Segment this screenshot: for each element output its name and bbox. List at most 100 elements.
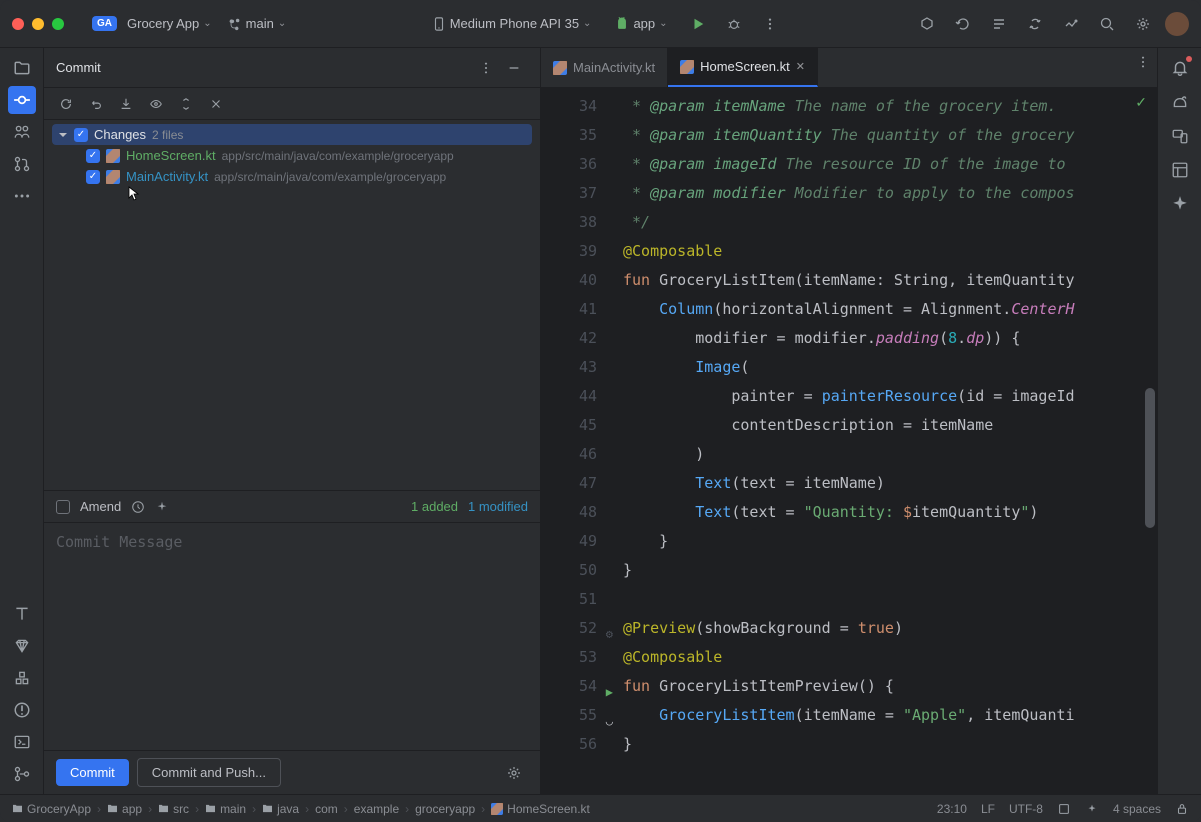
line-number[interactable]: 43 — [545, 353, 597, 382]
code-line[interactable]: @Composable — [615, 643, 1157, 672]
code-line[interactable]: GroceryListItem(itemName = "Apple", item… — [615, 701, 1157, 730]
sparkle-icon[interactable] — [155, 500, 169, 514]
pull-requests-tool-button[interactable] — [8, 150, 36, 178]
breadcrumb-item[interactable]: src — [158, 802, 189, 816]
problems-tool-button[interactable] — [8, 696, 36, 724]
code-line[interactable]: * @param imageId The resource ID of the … — [615, 150, 1157, 179]
more-tool-button[interactable] — [8, 182, 36, 210]
code-with-me-button[interactable] — [913, 10, 941, 38]
breadcrumb-item[interactable]: GroceryApp — [12, 802, 91, 816]
gutter-dot-icon[interactable]: ◡ — [606, 707, 613, 736]
commit-button[interactable]: Commit — [56, 759, 129, 786]
line-number[interactable]: 35 — [545, 121, 597, 150]
more-actions-button[interactable] — [756, 10, 784, 38]
code-line[interactable]: } — [615, 556, 1157, 585]
scrollbar-thumb[interactable] — [1145, 388, 1155, 528]
project-selector[interactable]: GA Grocery App ⌄ — [84, 12, 220, 35]
terminal-tool-button[interactable] — [8, 728, 36, 756]
code-line[interactable]: Text(text = "Quantity: $itemQuantity") — [615, 498, 1157, 527]
maximize-window-button[interactable] — [52, 18, 64, 30]
tab-options-button[interactable] — [1129, 48, 1157, 76]
breadcrumb-item[interactable]: HomeScreen.kt — [491, 802, 590, 816]
line-number[interactable]: 46 — [545, 440, 597, 469]
breadcrumb-item[interactable]: main — [205, 802, 246, 816]
device-manager-button[interactable] — [1166, 122, 1194, 150]
changes-checkbox[interactable]: ✓ — [74, 128, 88, 142]
expand-collapse-button[interactable] — [176, 94, 196, 114]
commit-options-button[interactable] — [500, 759, 528, 787]
gem-tool-button[interactable] — [8, 632, 36, 660]
amend-checkbox[interactable] — [56, 500, 70, 514]
commit-and-push-button[interactable]: Commit and Push... — [137, 758, 281, 787]
line-separator[interactable]: LF — [981, 802, 995, 816]
search-button[interactable] — [1093, 10, 1121, 38]
code-line[interactable]: fun GroceryListItem(itemName: String, it… — [615, 266, 1157, 295]
run-gutter-icon[interactable]: ▶ — [606, 678, 613, 707]
file-row[interactable]: ✓ HomeScreen.kt app/src/main/java/com/ex… — [52, 145, 532, 166]
code-line[interactable]: ) — [615, 440, 1157, 469]
code-line[interactable]: @Preview(showBackground = true) — [615, 614, 1157, 643]
breadcrumb-item[interactable]: app — [107, 802, 142, 816]
branch-selector[interactable]: main ⌄ — [220, 12, 295, 35]
line-number[interactable]: 55◡ — [545, 701, 597, 730]
inspection-ok-icon[interactable]: ✓ — [1135, 94, 1147, 111]
file-checkbox[interactable]: ✓ — [86, 170, 100, 184]
breadcrumb-item[interactable]: example — [354, 802, 399, 816]
line-number[interactable]: 37 — [545, 179, 597, 208]
line-number[interactable]: 45 — [545, 411, 597, 440]
line-number[interactable]: 34 — [545, 92, 597, 121]
line-number[interactable]: 36 — [545, 150, 597, 179]
breadcrumb[interactable]: GroceryApp›app›src›main›java›com›example… — [12, 802, 590, 816]
line-number[interactable]: 51 — [545, 585, 597, 614]
breadcrumb-item[interactable]: java — [262, 802, 299, 816]
sync-button[interactable] — [1021, 10, 1049, 38]
line-number[interactable]: 42 — [545, 324, 597, 353]
code-line[interactable]: @Composable — [615, 237, 1157, 266]
panel-minimize-button[interactable] — [500, 54, 528, 82]
code-line[interactable] — [615, 585, 1157, 614]
file-checkbox[interactable]: ✓ — [86, 149, 100, 163]
structure-tool-button[interactable] — [8, 118, 36, 146]
code-line[interactable]: modifier = modifier.padding(8.dp)) { — [615, 324, 1157, 353]
preview-settings-icon[interactable]: ⚙ — [606, 620, 613, 649]
refresh-button[interactable] — [56, 94, 76, 114]
vcs-tool-button[interactable] — [8, 760, 36, 788]
lock-icon[interactable] — [1175, 802, 1189, 816]
code-line[interactable]: fun GroceryListItemPreview() { — [615, 672, 1157, 701]
code-line[interactable]: * @param modifier Modifier to apply to t… — [615, 179, 1157, 208]
line-number[interactable]: 54▶ — [545, 672, 597, 701]
line-number[interactable]: 53 — [545, 643, 597, 672]
commit-message-input[interactable] — [56, 533, 528, 740]
panel-options-button[interactable] — [472, 54, 500, 82]
editor-tab[interactable]: MainActivity.kt — [541, 48, 668, 87]
shelve-button[interactable] — [116, 94, 136, 114]
editor-tab[interactable]: HomeScreen.kt ✕ — [668, 48, 818, 87]
line-number[interactable]: 40 — [545, 266, 597, 295]
breadcrumb-item[interactable]: com — [315, 802, 338, 816]
code-line[interactable]: contentDescription = itemName — [615, 411, 1157, 440]
text-tool-button[interactable] — [8, 600, 36, 628]
ai-assistant-button[interactable] — [1166, 190, 1194, 218]
code-line[interactable]: * @param itemName The name of the grocer… — [615, 92, 1157, 121]
line-number[interactable]: 41 — [545, 295, 597, 324]
code-line[interactable]: Image( — [615, 353, 1157, 382]
line-number[interactable]: 47 — [545, 469, 597, 498]
code-line[interactable]: */ — [615, 208, 1157, 237]
updates-button[interactable] — [1057, 10, 1085, 38]
code-line[interactable]: } — [615, 527, 1157, 556]
cursor-position[interactable]: 23:10 — [937, 802, 967, 816]
notifications-button[interactable] — [1166, 54, 1194, 82]
project-tool-button[interactable] — [8, 54, 36, 82]
minimize-window-button[interactable] — [32, 18, 44, 30]
task-button[interactable] — [985, 10, 1013, 38]
code-line[interactable]: Column(horizontalAlignment = Alignment.C… — [615, 295, 1157, 324]
ai-icon[interactable] — [1085, 802, 1099, 816]
device-selector[interactable]: Medium Phone API 35 ⌄ — [424, 10, 600, 38]
code-view[interactable]: * @param itemName The name of the grocer… — [615, 88, 1157, 794]
show-diff-button[interactable] — [146, 94, 166, 114]
history-icon[interactable] — [131, 500, 145, 514]
code-line[interactable]: painter = painterResource(id = imageId — [615, 382, 1157, 411]
reload-button[interactable] — [949, 10, 977, 38]
changelist-button[interactable] — [206, 94, 226, 114]
run-config-selector[interactable]: app ⌄ — [607, 10, 675, 38]
